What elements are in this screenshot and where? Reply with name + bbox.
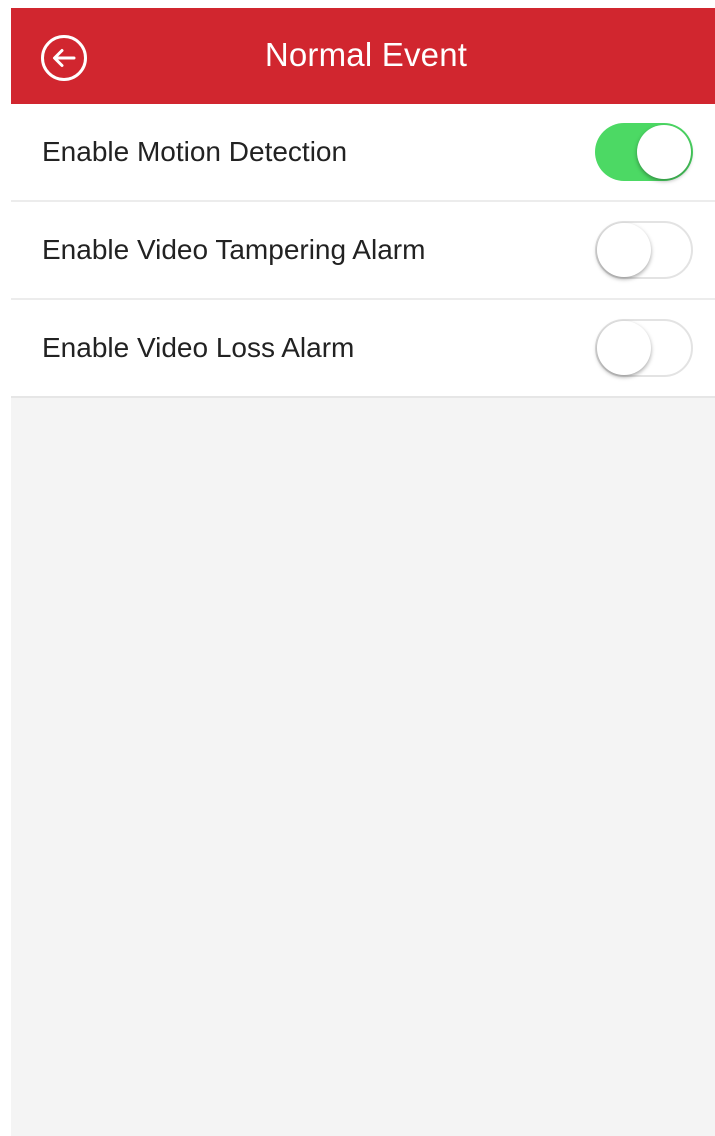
toggle-knob: [637, 125, 691, 179]
setting-row-video-loss-alarm: Enable Video Loss Alarm: [11, 300, 715, 398]
back-arrow-circle-icon: [41, 35, 87, 81]
normal-event-screen: Normal Event Enable Motion Detection Ena…: [11, 8, 715, 1136]
setting-label: Enable Motion Detection: [42, 136, 348, 167]
header-bar: Normal Event: [11, 8, 715, 104]
back-button[interactable]: [40, 34, 88, 82]
toggle-knob: [597, 223, 651, 277]
page-title: Normal Event: [264, 36, 468, 73]
setting-label: Enable Video Loss Alarm: [42, 332, 355, 363]
toggle-knob: [597, 321, 651, 375]
motion-detection-toggle[interactable]: [595, 123, 693, 181]
setting-label: Enable Video Tampering Alarm: [42, 234, 426, 265]
setting-row-motion-detection: Enable Motion Detection: [11, 104, 715, 202]
video-loss-alarm-toggle[interactable]: [595, 319, 693, 377]
setting-row-video-tampering-alarm: Enable Video Tampering Alarm: [11, 202, 715, 300]
settings-list: Enable Motion Detection Enable Video Tam…: [11, 104, 715, 398]
video-tampering-alarm-toggle[interactable]: [595, 221, 693, 279]
